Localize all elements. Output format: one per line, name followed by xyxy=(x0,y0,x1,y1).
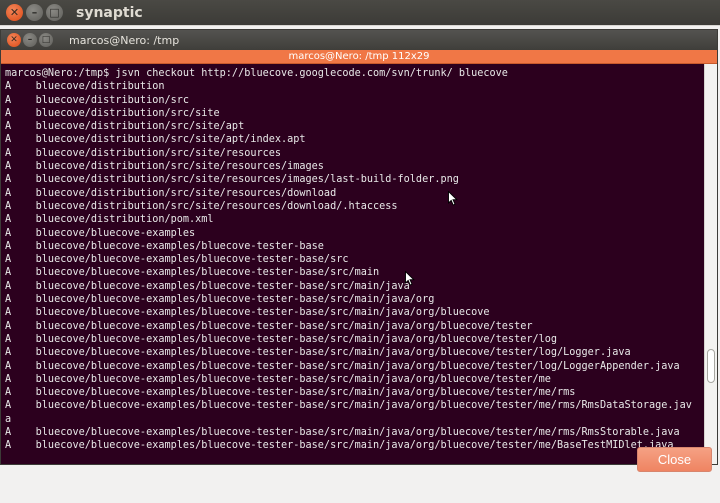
terminal-line: A bluecove/bluecove-examples/bluecove-te… xyxy=(5,387,576,399)
scrollbar-thumb[interactable] xyxy=(707,349,715,383)
window-controls: ✕ – □ xyxy=(6,4,66,21)
terminal-line: A bluecove/bluecove-examples/bluecove-te… xyxy=(5,294,435,306)
terminal-maximize-icon[interactable]: □ xyxy=(39,33,53,47)
terminal-line: A bluecove/bluecove-examples xyxy=(5,227,196,239)
terminal-line: A bluecove/bluecove-examples/bluecove-te… xyxy=(5,254,349,266)
terminal-window: ✕ – □ marcos@Nero: /tmp marcos@Nero: /tm… xyxy=(0,29,718,465)
terminal-line: A bluecove/bluecove-examples/bluecove-te… xyxy=(5,427,680,439)
terminal-close-icon[interactable]: ✕ xyxy=(7,33,21,47)
window-maximize-icon[interactable]: □ xyxy=(46,4,63,21)
window-close-icon[interactable]: ✕ xyxy=(6,4,23,21)
window-minimize-icon[interactable]: – xyxy=(26,4,43,21)
terminal-line: A bluecove/distribution/src/site/apt/ind… xyxy=(5,134,306,146)
terminal-line: A bluecove/bluecove-examples/bluecove-te… xyxy=(5,360,680,372)
terminal-line: A bluecove/bluecove-examples/bluecove-te… xyxy=(5,333,558,345)
terminal-line: A bluecove/distribution/src/site/resourc… xyxy=(5,161,324,173)
terminal-title: marcos@Nero: /tmp xyxy=(69,33,180,47)
terminal-titlebar: ✕ – □ marcos@Nero: /tmp xyxy=(1,30,717,50)
window-title: synaptic xyxy=(76,4,143,21)
terminal-line: A bluecove/bluecove-examples/bluecove-te… xyxy=(5,320,533,332)
dialog-body: ✕ – □ marcos@Nero: /tmp marcos@Nero: /tm… xyxy=(0,25,720,503)
terminal-line: A bluecove/distribution/src/site xyxy=(5,107,220,119)
terminal-output[interactable]: marcos@Nero:/tmp$ jsvn checkout http://b… xyxy=(1,64,704,464)
terminal-line: A bluecove/bluecove-examples/bluecove-te… xyxy=(5,307,490,319)
terminal-line: A bluecove/bluecove-examples/bluecove-te… xyxy=(5,440,674,452)
terminal-minimize-icon[interactable]: – xyxy=(23,33,37,47)
terminal-tab[interactable]: marcos@Nero: /tmp 112x29 xyxy=(1,50,717,64)
terminal-line: A bluecove/bluecove-examples/bluecove-te… xyxy=(5,373,551,385)
terminal-window-controls: ✕ – □ xyxy=(7,33,55,47)
terminal-line: A bluecove/distribution/src/site/resourc… xyxy=(5,147,282,159)
close-button[interactable]: Close xyxy=(637,447,712,472)
terminal-line: A bluecove/bluecove-examples/bluecove-te… xyxy=(5,347,631,359)
outer-titlebar: ✕ – □ synaptic xyxy=(0,0,720,25)
terminal-line: A bluecove/distribution xyxy=(5,81,165,93)
terminal-line: marcos@Nero:/tmp$ jsvn checkout http://b… xyxy=(5,68,508,79)
terminal-tab-label: marcos@Nero: /tmp 112x29 xyxy=(288,51,430,62)
terminal-line: A bluecove/distribution/src/site/resourc… xyxy=(5,187,337,199)
terminal-line: A bluecove/bluecove-examples/bluecove-te… xyxy=(5,280,410,292)
terminal-line: A bluecove/bluecove-examples/bluecove-te… xyxy=(5,267,380,279)
terminal-line: A bluecove/distribution/src/site/resourc… xyxy=(5,200,398,212)
terminal-line: A bluecove/distribution/src/site/resourc… xyxy=(5,174,459,186)
terminal-line: A bluecove/bluecove-examples/bluecove-te… xyxy=(5,240,324,252)
mouse-pointer-icon xyxy=(448,191,458,206)
terminal-line: A bluecove/distribution/src xyxy=(5,94,190,106)
terminal-line: A bluecove/distribution/pom.xml xyxy=(5,214,214,226)
terminal-line: a xyxy=(5,413,12,425)
mouse-pointer-icon xyxy=(405,271,415,286)
terminal-line: A bluecove/distribution/src/site/apt xyxy=(5,121,245,133)
terminal-line: A bluecove/bluecove-examples/bluecove-te… xyxy=(5,400,692,412)
terminal-scrollbar[interactable] xyxy=(704,64,717,464)
